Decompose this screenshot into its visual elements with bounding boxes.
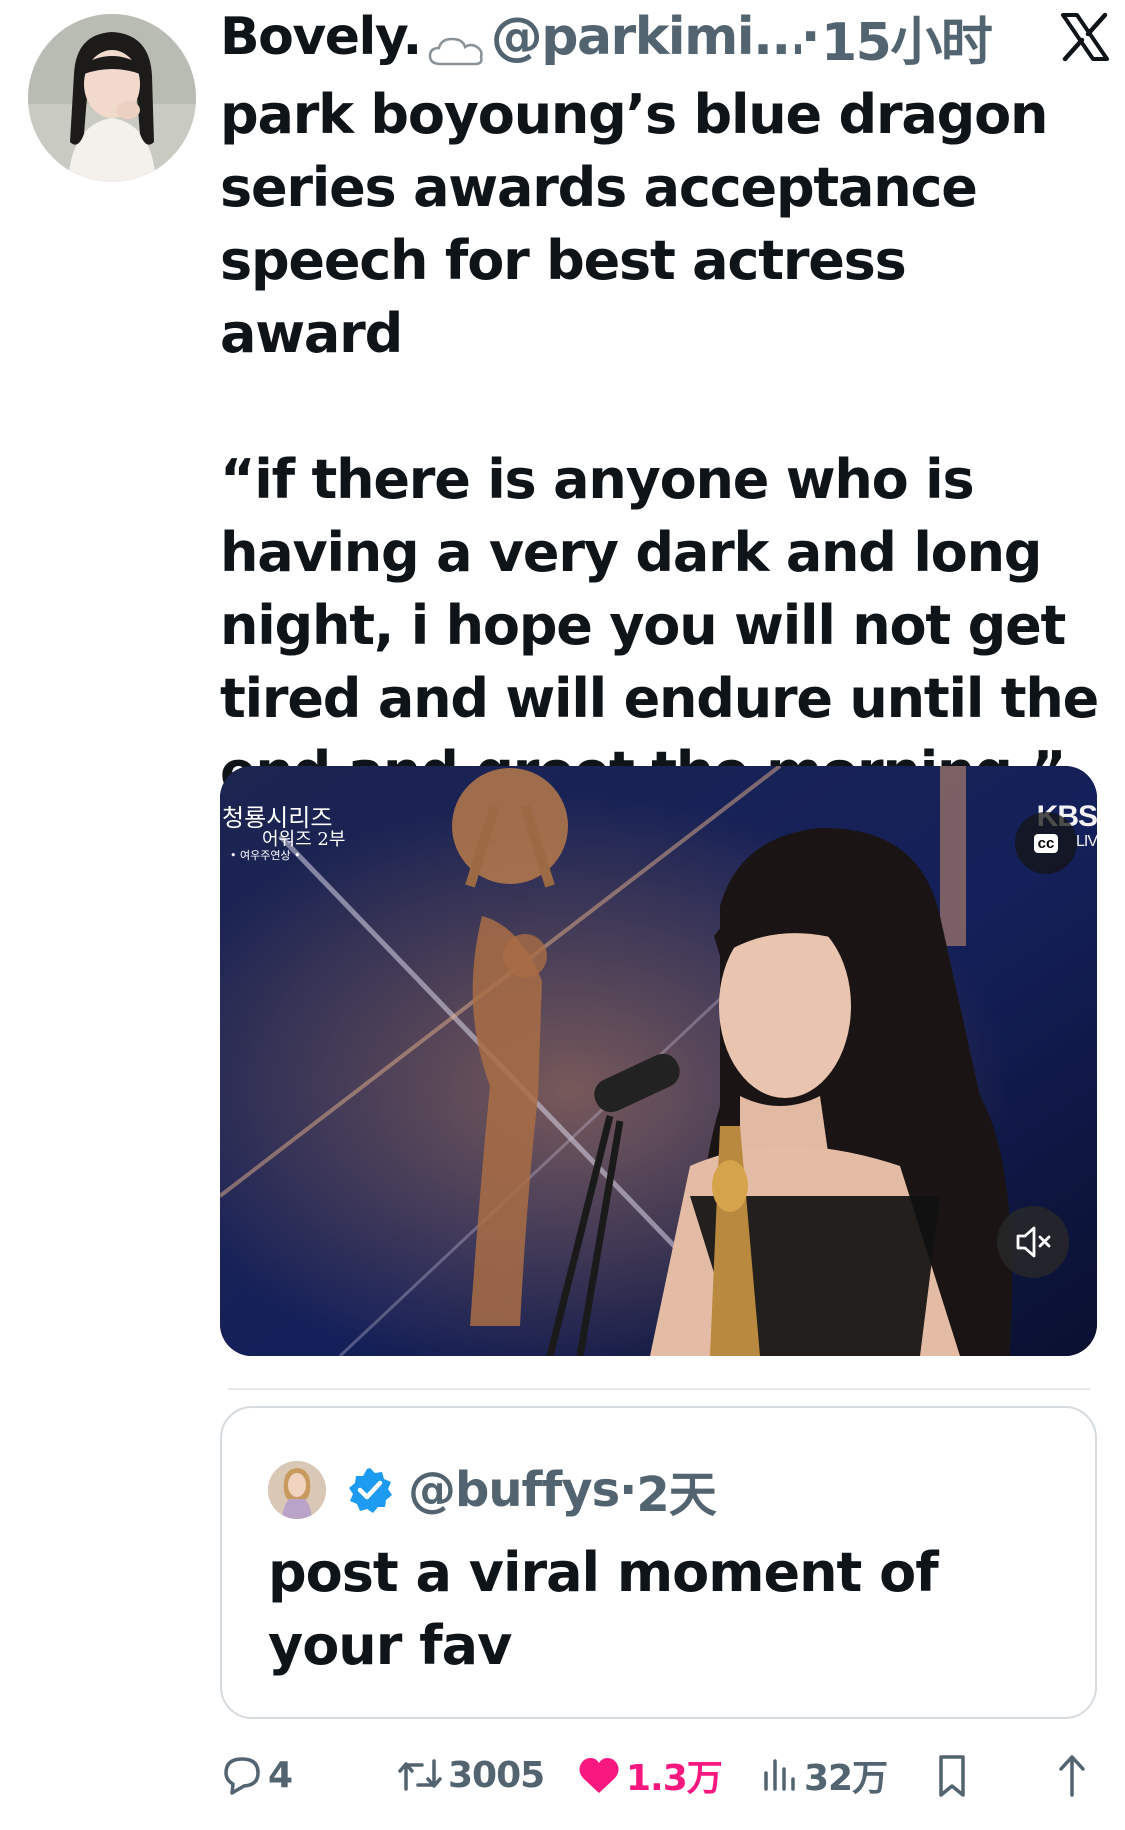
cloud-icon [427,21,485,66]
reply-icon [224,1757,260,1795]
author-handle[interactable]: @parkimi... [491,7,801,67]
share-icon [1059,1755,1085,1797]
share-button[interactable] [1052,1745,1092,1805]
bookmark-button[interactable] [934,1745,970,1805]
separator-dot: · [619,1462,637,1518]
quoted-tweet-header: @buffys · 2天 [268,1458,717,1523]
post-time[interactable]: 15小时 [821,0,993,75]
captions-button[interactable]: cc [1015,812,1077,874]
views-button[interactable]: 32万 [760,1745,888,1805]
like-button[interactable]: 1.3万 [576,1745,723,1805]
thread-divider [228,1388,1090,1390]
like-count: 1.3万 [626,1758,723,1799]
bookmark-icon [939,1755,965,1797]
quoted-tweet-text: post a viral moment of your fav [268,1541,939,1677]
display-name[interactable]: Bovely. [220,7,422,67]
reply-count: 4 [268,1754,293,1796]
views-chart-icon [764,1759,795,1791]
mute-button[interactable] [997,1206,1069,1278]
video-player[interactable]: 청룡시리즈 어워즈 2부 • 여우주연상 • KBS LIV cc [220,766,1097,1356]
overlay-category: • 여우주연상 • [230,849,301,863]
repost-button[interactable]: 3005 [396,1745,545,1805]
heart-icon [579,1758,619,1793]
quoted-tweet[interactable]: @buffys · 2天 post a viral moment of your… [220,1406,1097,1719]
tweet-text: park boyoung’s blue dragon series awards… [220,83,1099,803]
view-count: 32万 [804,1758,888,1799]
overlay-title: 청룡시리즈 [222,804,333,832]
quoted-post-time: 2天 [636,1467,716,1523]
quoted-author-avatar[interactable] [268,1461,326,1519]
video-frame [220,766,1097,1356]
separator-dot: · [800,7,821,67]
tweet-view: Bovely. @parkimi... · 15小时 park boyoung’… [0,0,1125,1830]
awards-show-logo: 청룡시리즈 어워즈 2부 • 여우주연상 • [222,804,346,863]
captions-icon: cc [1033,833,1059,853]
avatar-photo [28,14,196,182]
overlay-subtitle: 어워즈 2부 [262,829,346,851]
speaker-muted-icon [1016,1226,1051,1258]
quoted-handle[interactable]: @buffys [408,1462,620,1518]
repost-count: 3005 [448,1754,545,1796]
verified-badge-icon [346,1466,394,1514]
repost-icon [398,1759,442,1791]
action-bar: 4 3005 1.3万 32万 [220,1745,1100,1805]
tweet-header: Bovely. @parkimi... · 15小时 [220,6,1101,73]
reply-button[interactable]: 4 [220,1745,293,1805]
author-avatar[interactable] [28,14,196,182]
x-logo-icon [1059,12,1111,62]
